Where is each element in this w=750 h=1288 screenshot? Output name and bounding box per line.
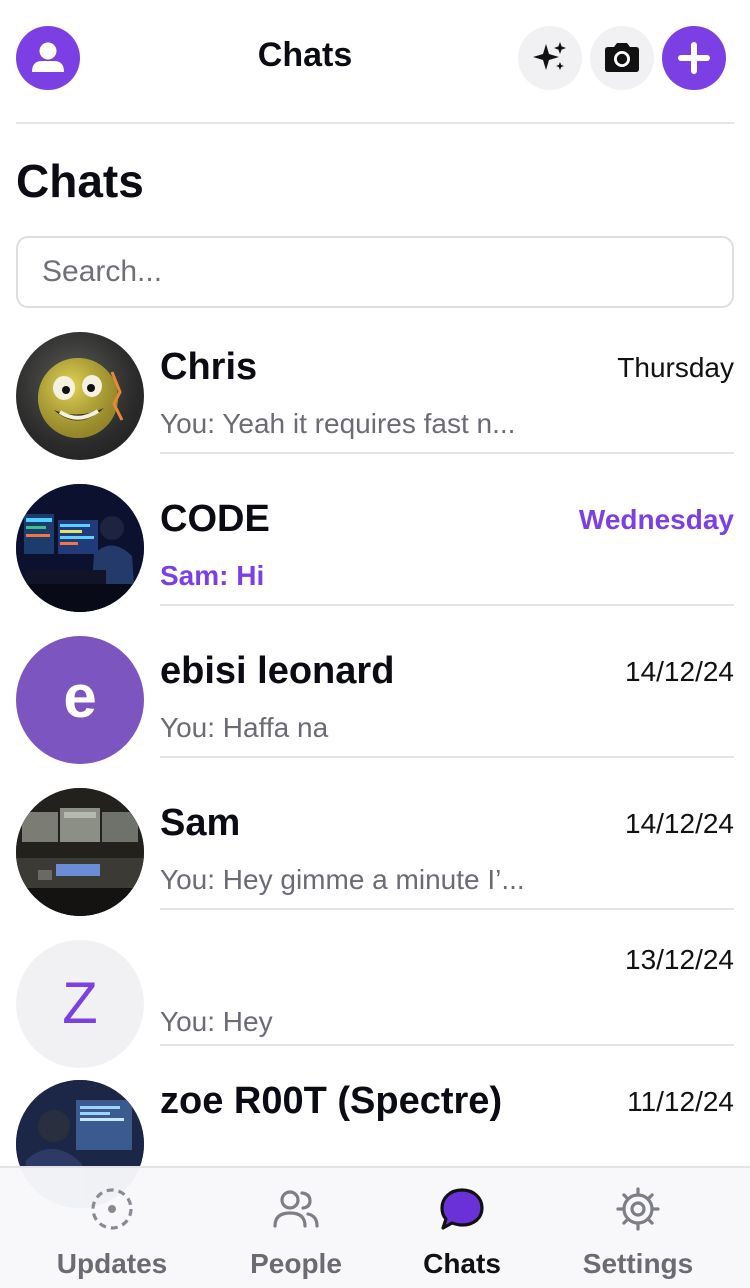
chat-list: Chris Thursday You: Yeah it requires fas…	[0, 322, 750, 1218]
avatar-image-code	[16, 484, 144, 612]
avatar	[16, 788, 144, 916]
chat-time: 11/12/24	[627, 1086, 734, 1117]
divider	[160, 452, 734, 454]
plus-icon	[678, 42, 710, 74]
divider	[160, 604, 734, 606]
avatar-image-sam	[16, 788, 144, 916]
sparkle-icon	[533, 42, 566, 70]
chat-bubble-icon	[372, 1184, 552, 1234]
updates-icon	[22, 1184, 202, 1234]
nav-settings[interactable]: Settings	[548, 1184, 728, 1280]
divider	[160, 1044, 734, 1046]
chat-time: 14/12/24	[625, 808, 734, 839]
nav-label: Settings	[582, 1248, 694, 1279]
bottom-nav: Updates People Chats Settings	[0, 1166, 750, 1288]
chat-preview: You: Haffa na	[160, 712, 329, 743]
chat-name: Chris	[160, 346, 258, 388]
chat-time: 13/12/24	[625, 944, 734, 975]
avatar	[16, 484, 144, 612]
nav-chats[interactable]: Chats	[372, 1184, 552, 1280]
chat-preview: You: Yeah it requires fast n...	[160, 408, 516, 439]
chat-row-chris[interactable]: Chris Thursday You: Yeah it requires fas…	[0, 322, 750, 474]
top-bar: Chats	[16, 0, 734, 124]
chat-preview: Sam: Hi	[160, 560, 265, 591]
divider	[160, 756, 734, 758]
camera-icon	[605, 43, 639, 72]
page-title: Chats	[16, 155, 144, 207]
nav-label: Chats	[423, 1248, 501, 1279]
chat-row-z[interactable]: Z 13/12/24 You: Hey	[0, 930, 750, 1068]
chat-time: Wednesday	[578, 504, 734, 535]
people-icon	[206, 1184, 386, 1234]
chats-screen: Chats Chats Search... Chris Thursday You…	[0, 0, 750, 1288]
chat-name: CODE	[160, 498, 270, 540]
avatar-letter: Z	[62, 971, 98, 1036]
search-box[interactable]	[16, 236, 734, 308]
chat-row-ebisi-leonard[interactable]: e ebisi leonard 14/12/24 You: Haffa na	[0, 626, 750, 778]
chat-row-code[interactable]: CODE Wednesday Sam: Hi	[0, 474, 750, 626]
chat-time: Thursday	[617, 352, 734, 383]
nav-people[interactable]: People	[206, 1184, 386, 1280]
gear-icon	[548, 1184, 728, 1234]
chat-row-sam[interactable]: Sam 14/12/24 You: Hey gimme a minute I’.…	[0, 778, 750, 930]
avatar-image-chris	[38, 358, 124, 438]
chat-name: zoe R00T (Spectre)	[160, 1080, 503, 1122]
search-input[interactable]	[42, 255, 732, 289]
chat-time: 14/12/24	[625, 656, 734, 687]
chat-preview: You: Hey gimme a minute I’...	[160, 864, 525, 895]
new-chat-button[interactable]	[662, 26, 726, 90]
avatar	[16, 332, 144, 460]
avatar: e	[16, 636, 144, 764]
nav-label: People	[250, 1248, 342, 1279]
avatar-letter: e	[63, 663, 97, 730]
nav-updates[interactable]: Updates	[22, 1184, 202, 1280]
nav-label: Updates	[56, 1248, 168, 1279]
avatar: Z	[16, 940, 144, 1068]
header-title-text: Chats	[257, 36, 353, 74]
ai-sparkle-button[interactable]	[518, 26, 582, 90]
chat-name: Sam	[160, 802, 241, 844]
chat-preview: You: Hey	[160, 1006, 273, 1037]
chat-name: ebisi leonard	[160, 650, 395, 692]
divider	[160, 908, 734, 910]
camera-button[interactable]	[590, 26, 654, 90]
